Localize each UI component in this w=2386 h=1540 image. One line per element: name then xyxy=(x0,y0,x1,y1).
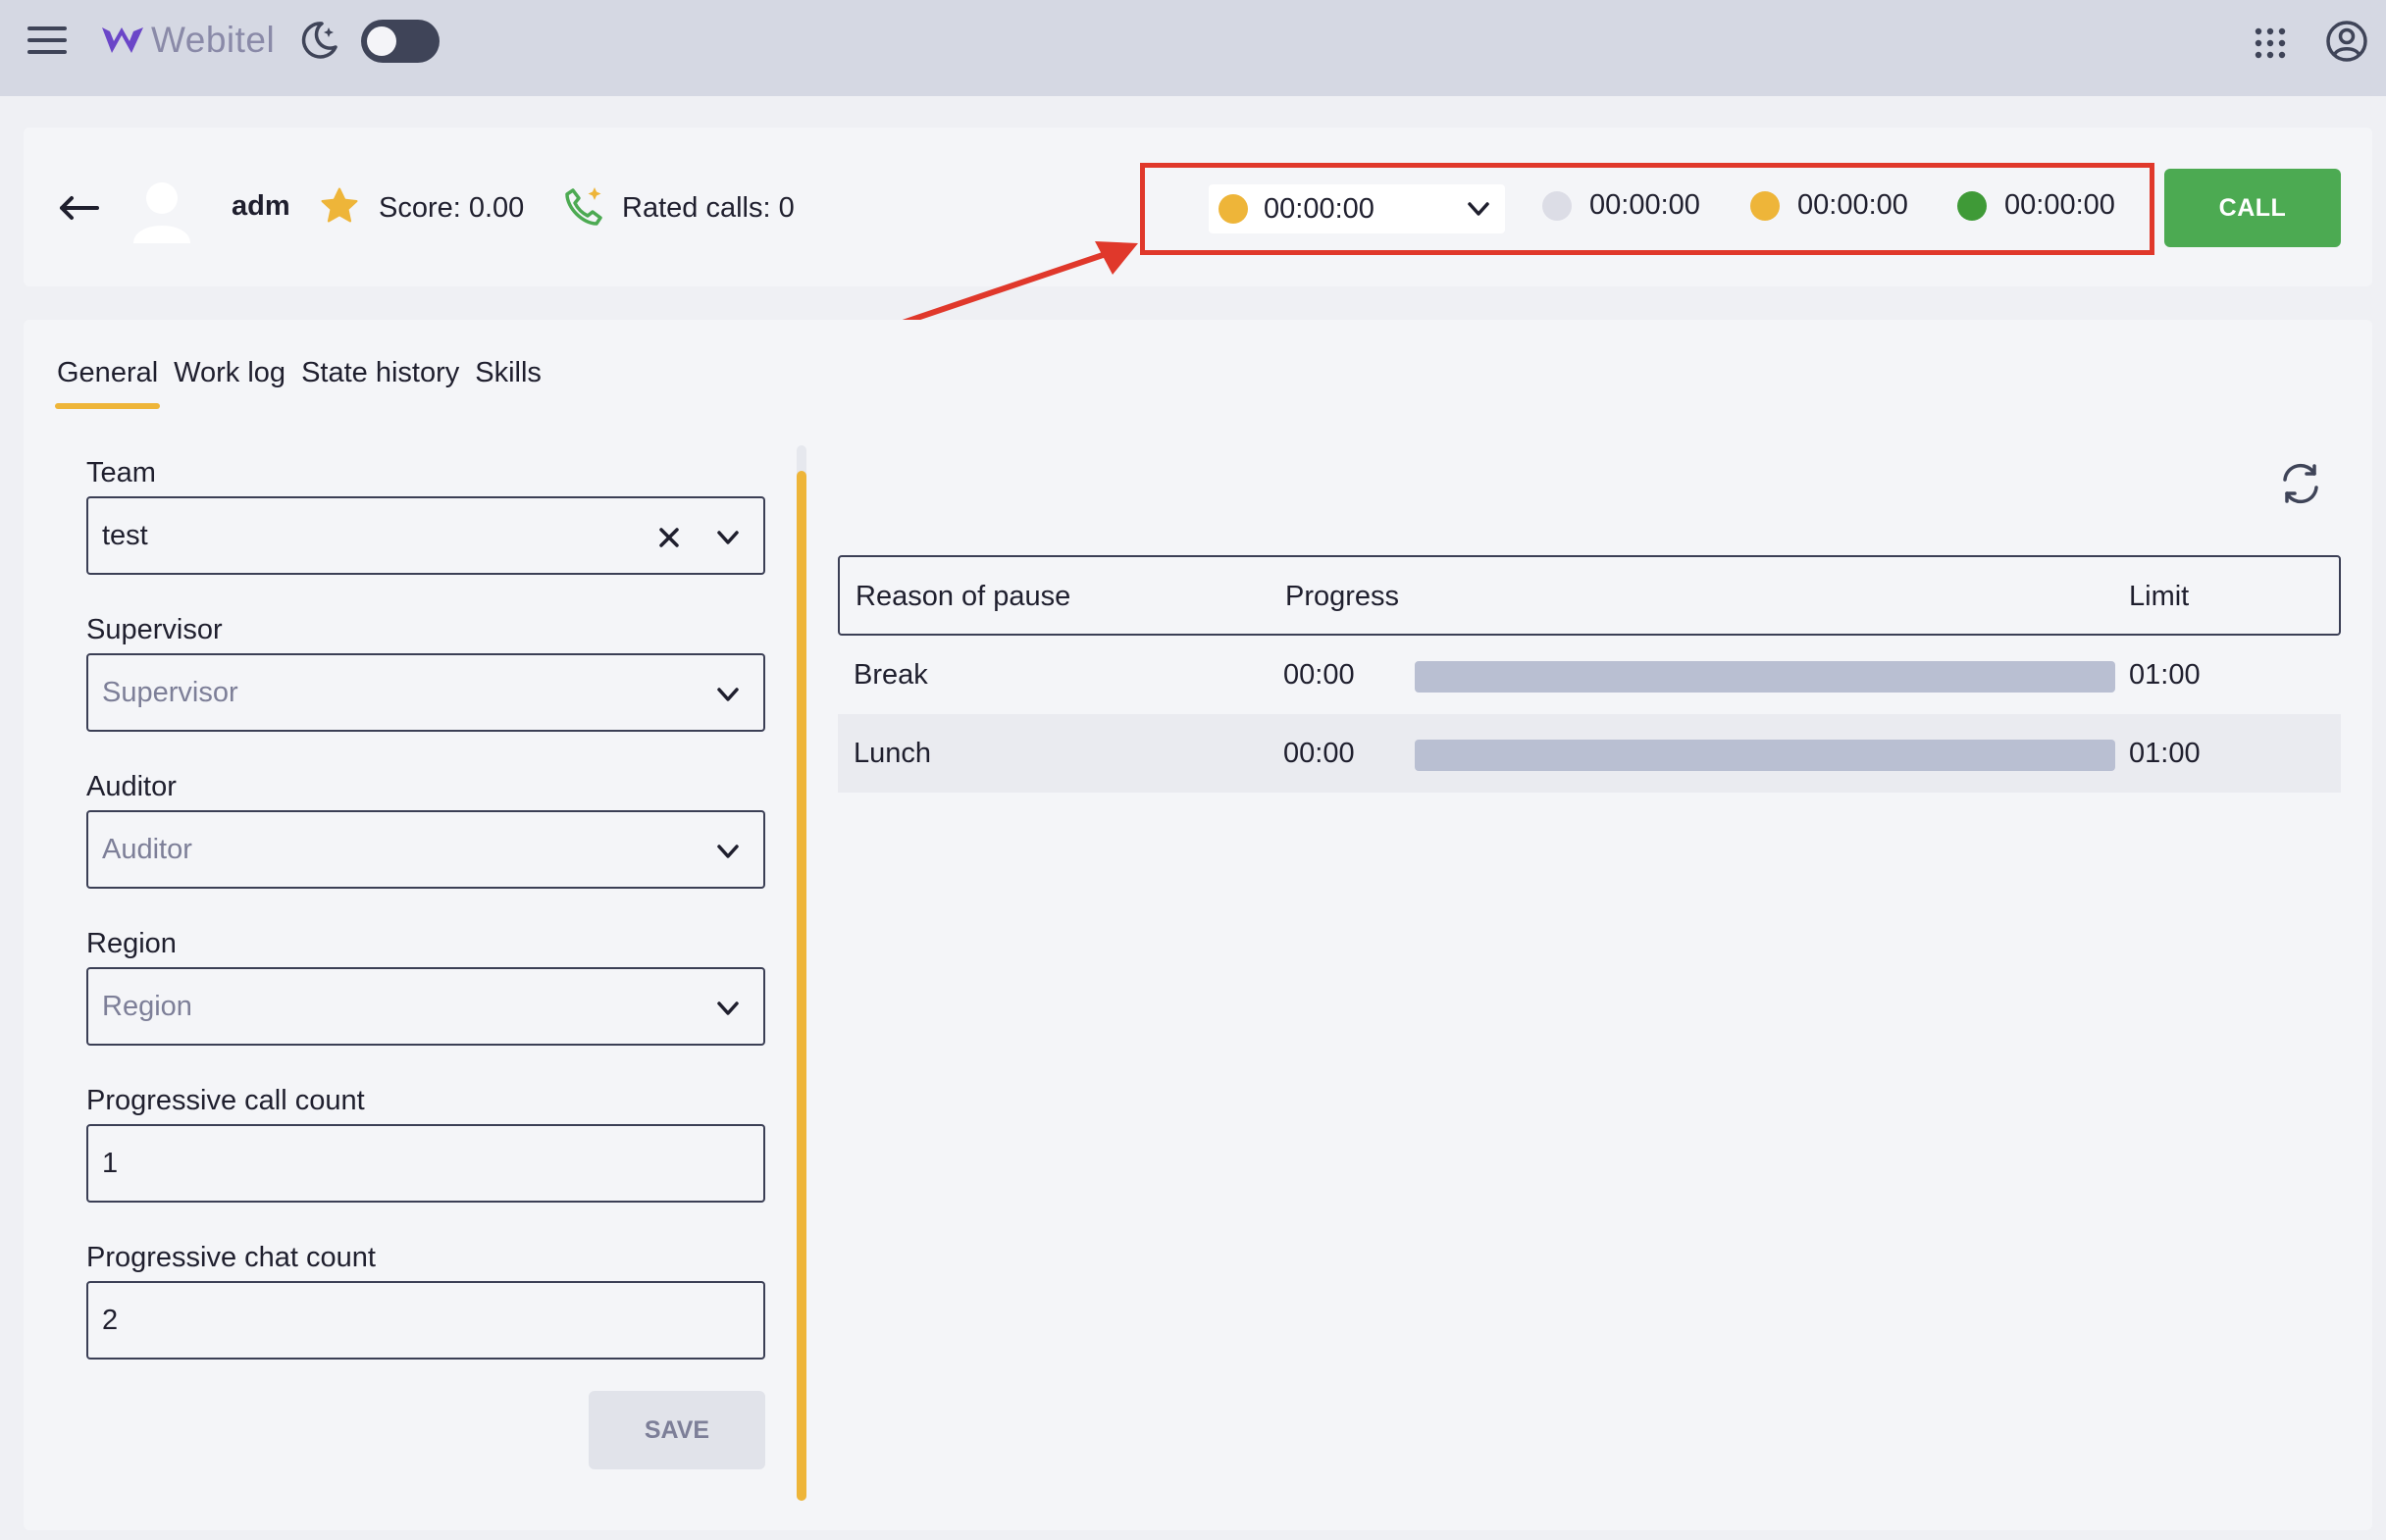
progressive-call-count-input[interactable]: 1 xyxy=(86,1124,765,1203)
row-elapsed: 00:00 xyxy=(1283,738,1355,769)
row-elapsed: 00:00 xyxy=(1283,659,1355,691)
agent-score: Score: 0.00 xyxy=(379,192,525,224)
agent-status-select[interactable]: 00:00:00 xyxy=(1209,184,1505,233)
status-dot xyxy=(1219,194,1248,224)
supervisor-label: Supervisor xyxy=(86,614,223,645)
timer-pause: 00:00:00 xyxy=(1750,189,1908,222)
agent-tabs: General Work log State history Skills xyxy=(54,357,557,409)
auditor-placeholder: Auditor xyxy=(102,833,192,865)
agent-avatar xyxy=(126,175,198,247)
team-select[interactable]: test xyxy=(86,496,765,575)
progressive-call-count-value: 1 xyxy=(102,1147,119,1179)
tab-general[interactable]: General xyxy=(54,357,161,409)
webitel-logo[interactable]: Webitel xyxy=(100,18,275,63)
progress-bar xyxy=(1415,661,2115,693)
progress-bar xyxy=(1415,740,2115,771)
chevron-down-icon xyxy=(717,688,739,701)
progressive-chat-count-label: Progressive chat count xyxy=(86,1242,376,1273)
tab-work-log[interactable]: Work log xyxy=(174,357,285,409)
clear-icon[interactable] xyxy=(653,522,685,553)
row-reason: Break xyxy=(854,659,928,691)
timer-dot xyxy=(1750,190,1780,221)
rated-calls: Rated calls: 0 xyxy=(622,192,795,224)
pause-reasons-table: Reason of pause Progress Limit Break 00:… xyxy=(838,555,2341,793)
table-row: Break 00:00 01:00 xyxy=(838,636,2341,714)
chevron-down-icon xyxy=(717,531,739,544)
tab-skills[interactable]: Skills xyxy=(475,357,542,409)
auditor-label: Auditor xyxy=(86,771,177,802)
timer-online: 00:00:00 xyxy=(1957,189,2115,222)
chevron-down-icon xyxy=(1468,202,1489,216)
table-row: Lunch 00:00 01:00 xyxy=(838,714,2341,793)
progressive-chat-count-value: 2 xyxy=(102,1304,119,1336)
call-button[interactable]: CALL xyxy=(2164,169,2341,247)
team-value: test xyxy=(102,519,148,551)
timer-dot xyxy=(1957,190,1987,221)
toggle-knob xyxy=(367,26,396,56)
row-limit: 01:00 xyxy=(2129,738,2201,769)
scrollbar-thumb[interactable] xyxy=(797,471,806,1501)
rated-call-icon xyxy=(561,184,606,230)
refresh-icon[interactable] xyxy=(2276,459,2325,508)
back-arrow-icon[interactable] xyxy=(55,184,102,231)
auditor-select[interactable]: Auditor xyxy=(86,810,765,889)
logo-text: Webitel xyxy=(151,20,276,60)
dark-mode-moon-icon xyxy=(296,18,341,63)
region-placeholder: Region xyxy=(102,990,192,1022)
chevron-down-icon xyxy=(717,1001,739,1015)
status-time: 00:00:00 xyxy=(1264,192,1375,225)
header-reason: Reason of pause xyxy=(856,581,1071,612)
region-label: Region xyxy=(86,928,177,959)
timer-value: 00:00:00 xyxy=(2004,189,2115,221)
webitel-logo-icon xyxy=(102,27,143,53)
save-button[interactable]: SAVE xyxy=(589,1391,765,1469)
timer-offline: 00:00:00 xyxy=(1542,189,1700,222)
supervisor-select[interactable]: Supervisor xyxy=(86,653,765,732)
row-limit: 01:00 xyxy=(2129,659,2201,691)
apps-grid-icon[interactable] xyxy=(2249,22,2292,65)
agent-name: adm xyxy=(232,190,290,222)
timer-value: 00:00:00 xyxy=(1589,189,1700,221)
row-reason: Lunch xyxy=(854,738,932,769)
team-label: Team xyxy=(86,457,156,488)
dark-mode-toggle[interactable] xyxy=(361,20,440,63)
timer-dot xyxy=(1542,190,1572,221)
account-icon[interactable] xyxy=(2323,18,2370,65)
region-select[interactable]: Region xyxy=(86,967,765,1046)
header-limit: Limit xyxy=(2129,581,2190,612)
top-bar xyxy=(0,0,2386,96)
supervisor-placeholder: Supervisor xyxy=(102,676,238,708)
table-header: Reason of pause Progress Limit xyxy=(838,555,2341,636)
header-progress: Progress xyxy=(1285,581,1400,612)
chevron-down-icon xyxy=(717,845,739,858)
star-icon xyxy=(318,184,361,228)
tab-state-history[interactable]: State history xyxy=(301,357,459,409)
progressive-call-count-label: Progressive call count xyxy=(86,1085,365,1116)
menu-icon[interactable] xyxy=(22,20,73,61)
progressive-chat-count-input[interactable]: 2 xyxy=(86,1281,765,1360)
timer-value: 00:00:00 xyxy=(1797,189,1908,221)
